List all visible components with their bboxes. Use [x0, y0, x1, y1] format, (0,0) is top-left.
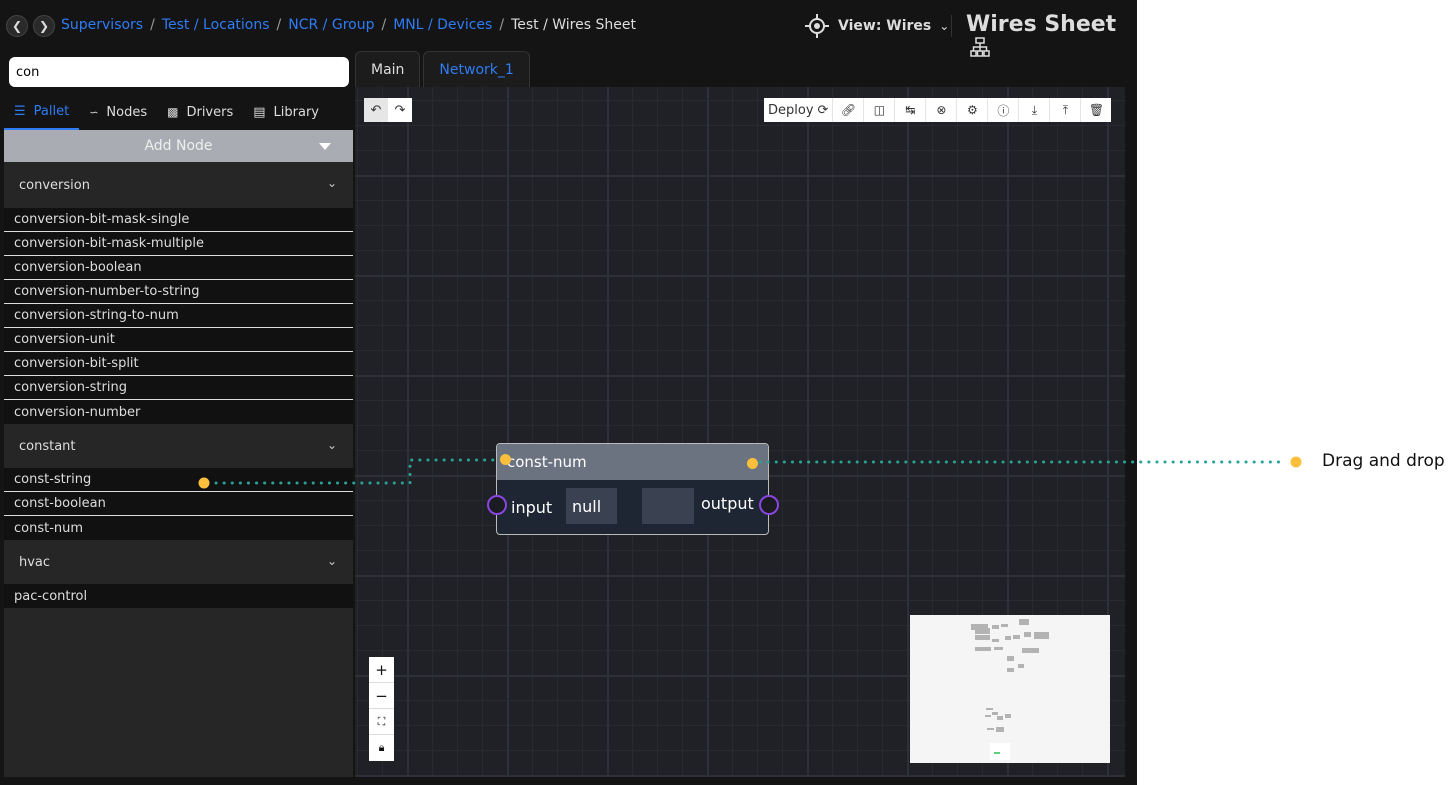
drag-guide-lines — [198, 456, 1302, 489]
drag-guide-line — [214, 458, 502, 485]
drag-and-drop-annotation: Drag and drop — [1322, 451, 1445, 471]
annotation-dot — [1290, 456, 1302, 468]
drag-source-dot — [198, 477, 210, 489]
